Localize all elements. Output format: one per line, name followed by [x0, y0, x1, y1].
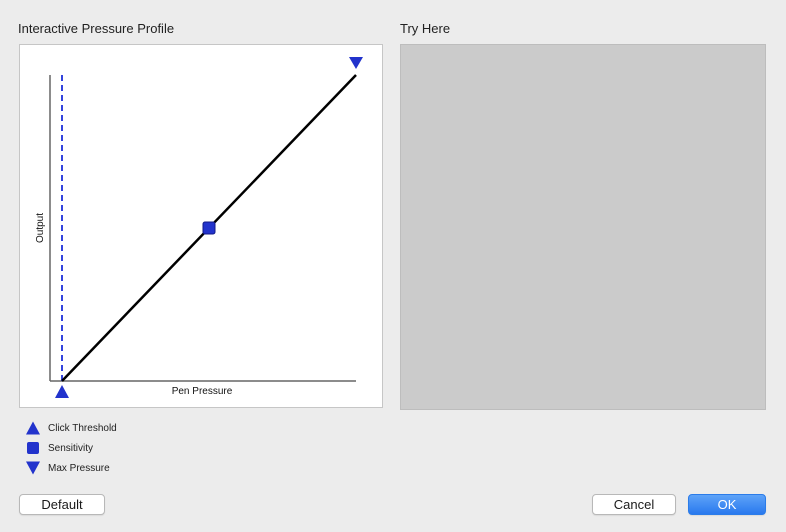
- legend-label: Sensitivity: [48, 442, 94, 454]
- try-here-title: Try Here: [400, 21, 451, 36]
- legend-label: Max Pressure: [48, 462, 110, 474]
- legend-item-sensitivity: Sensitivity: [25, 438, 117, 458]
- try-here-area[interactable]: [400, 44, 766, 410]
- pressure-graph-svg[interactable]: Pen Pressure Output: [20, 45, 384, 409]
- legend-item-click-threshold: Click Threshold: [25, 418, 117, 438]
- sensitivity-handle[interactable]: [202, 221, 216, 235]
- square-icon: [27, 442, 39, 454]
- x-axis-label: Pen Pressure: [172, 386, 233, 397]
- cancel-button[interactable]: Cancel: [592, 494, 676, 515]
- triangle-up-icon: [26, 421, 40, 435]
- legend-label: Click Threshold: [48, 422, 117, 434]
- ok-button[interactable]: OK: [688, 494, 766, 515]
- pressure-graph[interactable]: Pen Pressure Output: [19, 44, 383, 408]
- legend: Click Threshold Sensitivity Max Pressure: [25, 418, 117, 478]
- default-button[interactable]: Default: [19, 494, 105, 515]
- legend-item-max-pressure: Max Pressure: [25, 458, 117, 478]
- triangle-down-icon: [26, 461, 40, 475]
- max-pressure-handle[interactable]: [349, 57, 363, 69]
- pressure-profile-title: Interactive Pressure Profile: [18, 21, 175, 36]
- click-threshold-handle[interactable]: [55, 385, 69, 398]
- y-axis-label: Output: [35, 213, 46, 243]
